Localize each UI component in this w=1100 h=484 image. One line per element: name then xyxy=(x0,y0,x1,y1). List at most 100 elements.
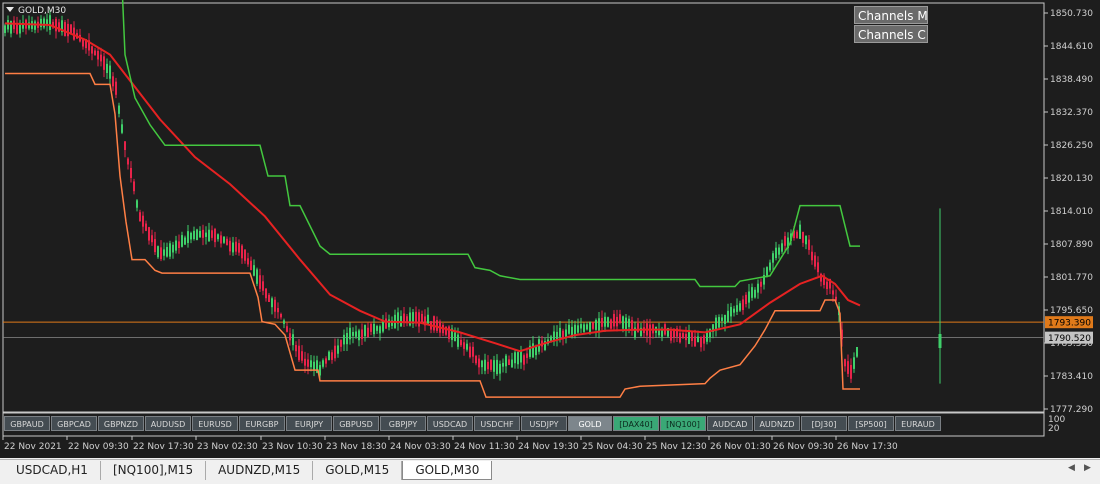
symbol-label[interactable]: GOLD,M30 xyxy=(6,5,66,17)
candle-body xyxy=(292,334,294,346)
candle-body xyxy=(124,141,126,151)
candle-body xyxy=(100,54,102,62)
symbol-button-audusd[interactable]: AUDUSD xyxy=(145,416,191,431)
candle-body xyxy=(775,247,777,259)
candle-body xyxy=(844,359,846,367)
channels-c-button[interactable]: Channels C xyxy=(854,25,928,43)
scroll-right-icon[interactable]: ▶ xyxy=(1084,463,1091,473)
symbol-button-usdjpy[interactable]: USDJPY xyxy=(521,416,567,431)
symbol-button-gold[interactable]: GOLD xyxy=(568,416,612,431)
candle-body xyxy=(514,352,516,364)
chart-tab-usdcadh1[interactable]: USDCAD,H1 xyxy=(4,461,101,480)
candle-body xyxy=(499,363,501,374)
symbol-button-dj30[interactable]: [DJ30] xyxy=(801,416,847,431)
candle-body xyxy=(217,234,219,240)
candle-body xyxy=(364,325,366,337)
candle-body xyxy=(598,318,600,332)
candle-body xyxy=(352,332,354,336)
price-axis-label: 1832.370 xyxy=(1050,108,1093,118)
candle-body xyxy=(166,247,168,257)
candle-body xyxy=(325,358,327,364)
candle-body xyxy=(418,312,420,327)
candle-body xyxy=(670,330,672,341)
candle-body xyxy=(826,281,828,290)
candle-body xyxy=(613,313,615,327)
chart-tab-goldm15[interactable]: GOLD,M15 xyxy=(313,461,403,480)
chart-window[interactable]: 1850.730 1844.610 1838.490 1832.370 1826.250… xyxy=(0,0,1100,458)
candle-body xyxy=(814,255,816,267)
time-axis-label: 24 Nov 03:30 xyxy=(390,442,451,452)
candle-body xyxy=(745,294,747,305)
candle-body xyxy=(205,232,207,237)
candle-body xyxy=(355,331,357,337)
time-axis-label: 26 Nov 09:30 xyxy=(773,442,834,452)
candle-body xyxy=(484,359,486,371)
candle-body xyxy=(127,158,129,165)
symbol-button-eurgbp[interactable]: EURGBP xyxy=(239,416,285,431)
candle-body xyxy=(628,318,630,328)
candle-body xyxy=(313,361,315,371)
candle-body xyxy=(331,352,333,360)
candle-body xyxy=(583,324,585,332)
candle-body xyxy=(427,314,429,324)
candle-body xyxy=(247,258,249,265)
symbol-button-audcad[interactable]: AUDCAD xyxy=(707,416,753,431)
candle-body xyxy=(265,288,267,299)
candle-body xyxy=(742,299,744,311)
candle-body xyxy=(691,331,693,342)
symbol-button-gbpaud[interactable]: GBPAUD xyxy=(4,416,50,431)
symbol-button-audnzd[interactable]: AUDNZD xyxy=(754,416,800,431)
candle-body xyxy=(301,351,303,361)
candle-body xyxy=(163,249,165,256)
chart-tab-goldm30[interactable]: GOLD,M30 xyxy=(402,461,493,480)
candle-body xyxy=(373,324,375,335)
candle-body xyxy=(148,227,150,241)
candle-body xyxy=(421,313,423,323)
symbol-button-gbpjpy[interactable]: GBPJPY xyxy=(380,416,426,431)
candle-body xyxy=(214,228,216,243)
candle-body xyxy=(523,355,525,365)
symbol-button-eurusd[interactable]: EURUSD xyxy=(192,416,238,431)
symbol-button-usdcad[interactable]: USDCAD xyxy=(427,416,473,431)
candle-body xyxy=(454,332,456,342)
triangle-down-icon[interactable] xyxy=(6,7,14,12)
candle-body xyxy=(175,240,177,251)
candle-body xyxy=(97,50,99,60)
price-chart[interactable]: 1850.730 1844.610 1838.490 1832.370 1826.250… xyxy=(0,0,1100,458)
current-bar-body xyxy=(938,333,942,349)
candle-body xyxy=(697,336,699,342)
candle-body xyxy=(145,223,147,231)
symbol-button-gbpcad[interactable]: GBPCAD xyxy=(51,416,97,431)
symbol-button-eurjpy[interactable]: EURJPY xyxy=(286,416,332,431)
candle-body xyxy=(235,241,237,252)
candle-body xyxy=(268,294,270,303)
candle-body xyxy=(685,333,687,341)
symbol-button-gbpusd[interactable]: GBPUSD xyxy=(333,416,379,431)
candle-body xyxy=(847,361,849,374)
price-axis-label: 1795.650 xyxy=(1050,306,1093,316)
candle-body xyxy=(250,260,252,271)
candle-body xyxy=(253,265,255,276)
candle-body xyxy=(622,316,624,329)
chart-tab-nq100m15[interactable]: [NQ100],M15 xyxy=(101,461,207,480)
candle-body xyxy=(751,287,753,298)
candle-body xyxy=(262,281,264,291)
candle-body xyxy=(310,360,312,368)
symbol-button-euraud[interactable]: EURAUD xyxy=(895,416,941,431)
level-price-text: 1793.390 xyxy=(1048,319,1091,329)
candle-body xyxy=(577,325,579,333)
scroll-left-icon[interactable]: ◀ xyxy=(1068,463,1075,473)
symbol-button-nq100[interactable]: [NQ100] xyxy=(660,416,706,431)
symbol-button-sp500[interactable]: [SP500] xyxy=(848,416,894,431)
candle-body xyxy=(721,317,723,321)
candle-body xyxy=(559,327,561,337)
channels-ma-button[interactable]: Channels MA xyxy=(854,6,928,24)
candle-body xyxy=(133,181,135,192)
symbol-button-gbpnzd[interactable]: GBPNZD xyxy=(98,416,144,431)
candle-body xyxy=(508,359,510,366)
symbol-button-usdchf[interactable]: USDCHF xyxy=(474,416,520,431)
symbol-button-dax40[interactable]: [DAX40] xyxy=(613,416,659,431)
candle-body xyxy=(298,345,300,361)
candle-body xyxy=(256,269,258,284)
chart-tab-audnzdm15[interactable]: AUDNZD,M15 xyxy=(206,461,314,480)
